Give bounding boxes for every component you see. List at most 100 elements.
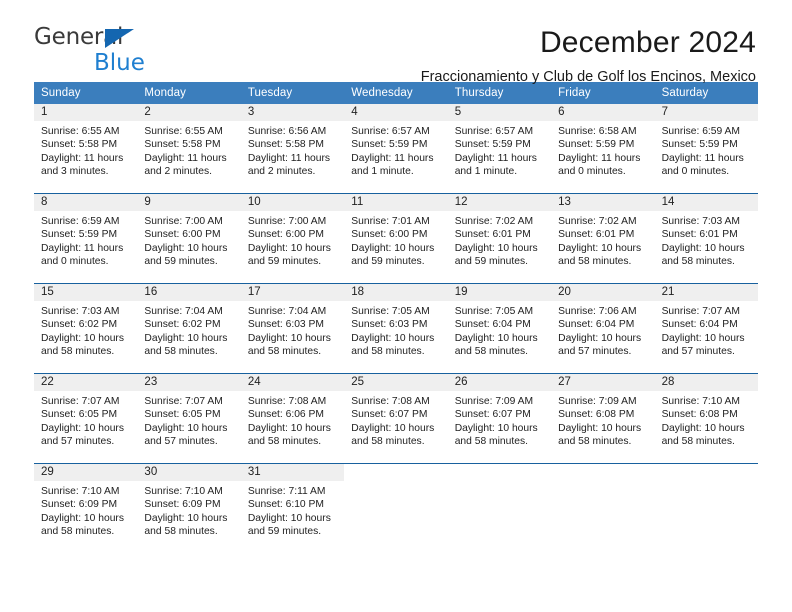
day-number	[344, 464, 448, 481]
calendar-day-cell[interactable]: 22 Sunrise: 7:07 AM Sunset: 6:05 PM Dayli…	[34, 374, 138, 463]
day-sun-info: Sunrise: 6:59 AM Sunset: 5:59 PM Dayligh…	[661, 126, 744, 178]
calendar-day-cell[interactable]: 17 Sunrise: 7:04 AM Sunset: 6:03 PM Dayli…	[240, 284, 345, 373]
day-sun-info: Sunrise: 7:02 AM Sunset: 6:01 PM Dayligh…	[558, 216, 642, 268]
day-number: 25	[344, 374, 448, 391]
day-sun-info: Sunrise: 7:08 AM Sunset: 6:07 PM Dayligh…	[351, 396, 435, 448]
brand-name-general: General	[34, 24, 124, 50]
calendar-day-cell-empty	[344, 464, 448, 553]
day-number: 18	[344, 284, 448, 301]
calendar-week-row: 29 Sunrise: 7:10 AM Sunset: 6:09 PM Dayli…	[34, 463, 758, 553]
calendar-day-cell[interactable]: 29 Sunrise: 7:10 AM Sunset: 6:09 PM Dayli…	[34, 464, 138, 553]
day-number: 20	[551, 284, 655, 301]
day-number: 4	[344, 104, 448, 121]
calendar-day-cell[interactable]: 6 Sunrise: 6:58 AM Sunset: 5:59 PM Daylig…	[551, 104, 655, 193]
day-number: 10	[240, 194, 345, 211]
day-number: 16	[137, 284, 241, 301]
day-sun-info: Sunrise: 7:08 AM Sunset: 6:06 PM Dayligh…	[247, 396, 331, 448]
day-number: 29	[34, 464, 138, 481]
calendar-day-cell[interactable]: 7 Sunrise: 6:59 AM Sunset: 5:59 PM Daylig…	[654, 104, 758, 193]
calendar-day-cell[interactable]: 4 Sunrise: 6:57 AM Sunset: 5:59 PM Daylig…	[344, 104, 448, 193]
day-sun-info: Sunrise: 7:11 AM Sunset: 6:10 PM Dayligh…	[247, 486, 331, 538]
day-number: 19	[447, 284, 552, 301]
day-number: 26	[447, 374, 552, 391]
day-number: 21	[654, 284, 758, 301]
day-number: 5	[447, 104, 552, 121]
day-sun-info: Sunrise: 7:00 AM Sunset: 6:00 PM Dayligh…	[144, 216, 228, 268]
calendar-day-cell[interactable]: 16 Sunrise: 7:04 AM Sunset: 6:02 PM Dayli…	[137, 284, 241, 373]
calendar-day-cell[interactable]: 1 Sunrise: 6:55 AM Sunset: 5:58 PM Daylig…	[34, 104, 138, 193]
calendar-day-cell[interactable]: 28 Sunrise: 7:10 AM Sunset: 6:08 PM Dayli…	[654, 374, 758, 463]
calendar-day-cell[interactable]: 18 Sunrise: 7:05 AM Sunset: 6:03 PM Dayli…	[344, 284, 448, 373]
calendar-day-cell[interactable]: 13 Sunrise: 7:02 AM Sunset: 6:01 PM Dayli…	[551, 194, 655, 283]
day-sun-info: Sunrise: 7:07 AM Sunset: 6:05 PM Dayligh…	[144, 396, 228, 448]
day-sun-info: Sunrise: 7:10 AM Sunset: 6:08 PM Dayligh…	[661, 396, 745, 448]
day-sun-info: Sunrise: 6:55 AM Sunset: 5:58 PM Dayligh…	[41, 126, 124, 178]
day-number: 15	[34, 284, 138, 301]
calendar-week-row: 22 Sunrise: 7:07 AM Sunset: 6:05 PM Dayli…	[34, 373, 758, 463]
calendar-day-cell[interactable]: 31 Sunrise: 7:11 AM Sunset: 6:10 PM Dayli…	[240, 464, 345, 553]
day-sun-info	[655, 481, 758, 485]
calendar-week-row: 15 Sunrise: 7:03 AM Sunset: 6:02 PM Dayli…	[34, 283, 758, 373]
day-number: 14	[654, 194, 758, 211]
calendar-day-cell[interactable]: 23 Sunrise: 7:07 AM Sunset: 6:05 PM Dayli…	[137, 374, 241, 463]
calendar-day-cell[interactable]: 3 Sunrise: 6:56 AM Sunset: 5:58 PM Daylig…	[240, 104, 345, 193]
calendar-day-cell[interactable]: 20 Sunrise: 7:06 AM Sunset: 6:04 PM Dayli…	[551, 284, 655, 373]
day-sun-info: Sunrise: 6:58 AM Sunset: 5:59 PM Dayligh…	[558, 126, 641, 178]
day-number: 2	[137, 104, 241, 121]
day-sun-info: Sunrise: 6:57 AM Sunset: 5:59 PM Dayligh…	[454, 126, 537, 178]
day-sun-info: Sunrise: 7:07 AM Sunset: 6:04 PM Dayligh…	[661, 306, 745, 358]
day-number: 22	[34, 374, 138, 391]
calendar-day-cell[interactable]: 26 Sunrise: 7:09 AM Sunset: 6:07 PM Dayli…	[447, 374, 552, 463]
day-sun-info: Sunrise: 7:03 AM Sunset: 6:01 PM Dayligh…	[661, 216, 745, 268]
calendar-day-cell[interactable]: 30 Sunrise: 7:10 AM Sunset: 6:09 PM Dayli…	[137, 464, 241, 553]
day-number	[551, 464, 655, 481]
day-sun-info: Sunrise: 6:57 AM Sunset: 5:59 PM Dayligh…	[351, 126, 434, 178]
day-number: 13	[551, 194, 655, 211]
day-sun-info: Sunrise: 7:05 AM Sunset: 6:04 PM Dayligh…	[454, 306, 538, 358]
day-number: 17	[240, 284, 345, 301]
day-number: 3	[240, 104, 345, 121]
calendar-day-cell[interactable]: 5 Sunrise: 6:57 AM Sunset: 5:59 PM Daylig…	[447, 104, 552, 193]
calendar-week-row: 8 Sunrise: 6:59 AM Sunset: 5:59 PM Daylig…	[34, 193, 758, 283]
day-sun-info: Sunrise: 7:02 AM Sunset: 6:01 PM Dayligh…	[454, 216, 538, 268]
day-sun-info: Sunrise: 6:59 AM Sunset: 5:59 PM Dayligh…	[41, 216, 124, 268]
calendar-day-cell[interactable]: 14 Sunrise: 7:03 AM Sunset: 6:01 PM Dayli…	[654, 194, 758, 283]
day-number: 24	[240, 374, 345, 391]
day-sun-info: Sunrise: 7:03 AM Sunset: 6:02 PM Dayligh…	[41, 306, 124, 358]
calendar-day-cell[interactable]: 9 Sunrise: 7:00 AM Sunset: 6:00 PM Daylig…	[137, 194, 241, 283]
calendar-day-cell[interactable]: 2 Sunrise: 6:55 AM Sunset: 5:58 PM Daylig…	[137, 104, 241, 193]
day-sun-info: Sunrise: 7:04 AM Sunset: 6:03 PM Dayligh…	[247, 306, 331, 358]
brand-logo[interactable]: General Blue	[34, 26, 234, 82]
calendar-day-cell[interactable]: 24 Sunrise: 7:08 AM Sunset: 6:06 PM Dayli…	[240, 374, 345, 463]
day-sun-info: Sunrise: 7:06 AM Sunset: 6:04 PM Dayligh…	[558, 306, 642, 358]
calendar-day-cell[interactable]: 27 Sunrise: 7:09 AM Sunset: 6:08 PM Dayli…	[551, 374, 655, 463]
day-number: 23	[137, 374, 241, 391]
calendar-day-cell[interactable]: 15 Sunrise: 7:03 AM Sunset: 6:02 PM Dayli…	[34, 284, 138, 373]
day-number: 28	[654, 374, 758, 391]
day-sun-info: Sunrise: 6:55 AM Sunset: 5:58 PM Dayligh…	[144, 126, 227, 178]
day-sun-info: Sunrise: 7:01 AM Sunset: 6:00 PM Dayligh…	[351, 216, 435, 268]
calendar-day-cell[interactable]: 10 Sunrise: 7:00 AM Sunset: 6:00 PM Dayli…	[240, 194, 345, 283]
day-number: 6	[551, 104, 655, 121]
day-sun-info: Sunrise: 7:09 AM Sunset: 6:07 PM Dayligh…	[454, 396, 538, 448]
page-header: General Blue December 2024 Fraccionamien…	[34, 0, 758, 86]
calendar-day-cell[interactable]: 12 Sunrise: 7:02 AM Sunset: 6:01 PM Dayli…	[447, 194, 552, 283]
calendar-day-cell-empty	[551, 464, 655, 553]
day-sun-info: Sunrise: 6:56 AM Sunset: 5:58 PM Dayligh…	[247, 126, 331, 178]
calendar-grid: Sunday Monday Tuesday Wednesday Thursday Frid…	[34, 82, 758, 553]
calendar-weeks: 1 Sunrise: 6:55 AM Sunset: 5:58 PM Daylig…	[34, 104, 758, 553]
day-number: 31	[240, 464, 345, 481]
day-sun-info: Sunrise: 7:04 AM Sunset: 6:02 PM Dayligh…	[144, 306, 228, 358]
calendar-week-row: 1 Sunrise: 6:55 AM Sunset: 5:58 PM Daylig…	[34, 104, 758, 193]
day-number	[447, 464, 552, 481]
calendar-day-cell[interactable]: 19 Sunrise: 7:05 AM Sunset: 6:04 PM Dayli…	[447, 284, 552, 373]
day-sun-info: Sunrise: 7:05 AM Sunset: 6:03 PM Dayligh…	[351, 306, 435, 358]
day-number: 1	[34, 104, 138, 121]
calendar-day-cell[interactable]: 21 Sunrise: 7:07 AM Sunset: 6:04 PM Dayli…	[654, 284, 758, 373]
calendar-day-cell[interactable]: 8 Sunrise: 6:59 AM Sunset: 5:59 PM Daylig…	[34, 194, 138, 283]
calendar-day-cell[interactable]: 11 Sunrise: 7:01 AM Sunset: 6:00 PM Dayli…	[344, 194, 448, 283]
brand-triangle-icon	[105, 29, 134, 48]
day-number: 12	[447, 194, 552, 211]
calendar-day-cell[interactable]: 25 Sunrise: 7:08 AM Sunset: 6:07 PM Dayli…	[344, 374, 448, 463]
day-sun-info: Sunrise: 7:07 AM Sunset: 6:05 PM Dayligh…	[41, 396, 124, 448]
